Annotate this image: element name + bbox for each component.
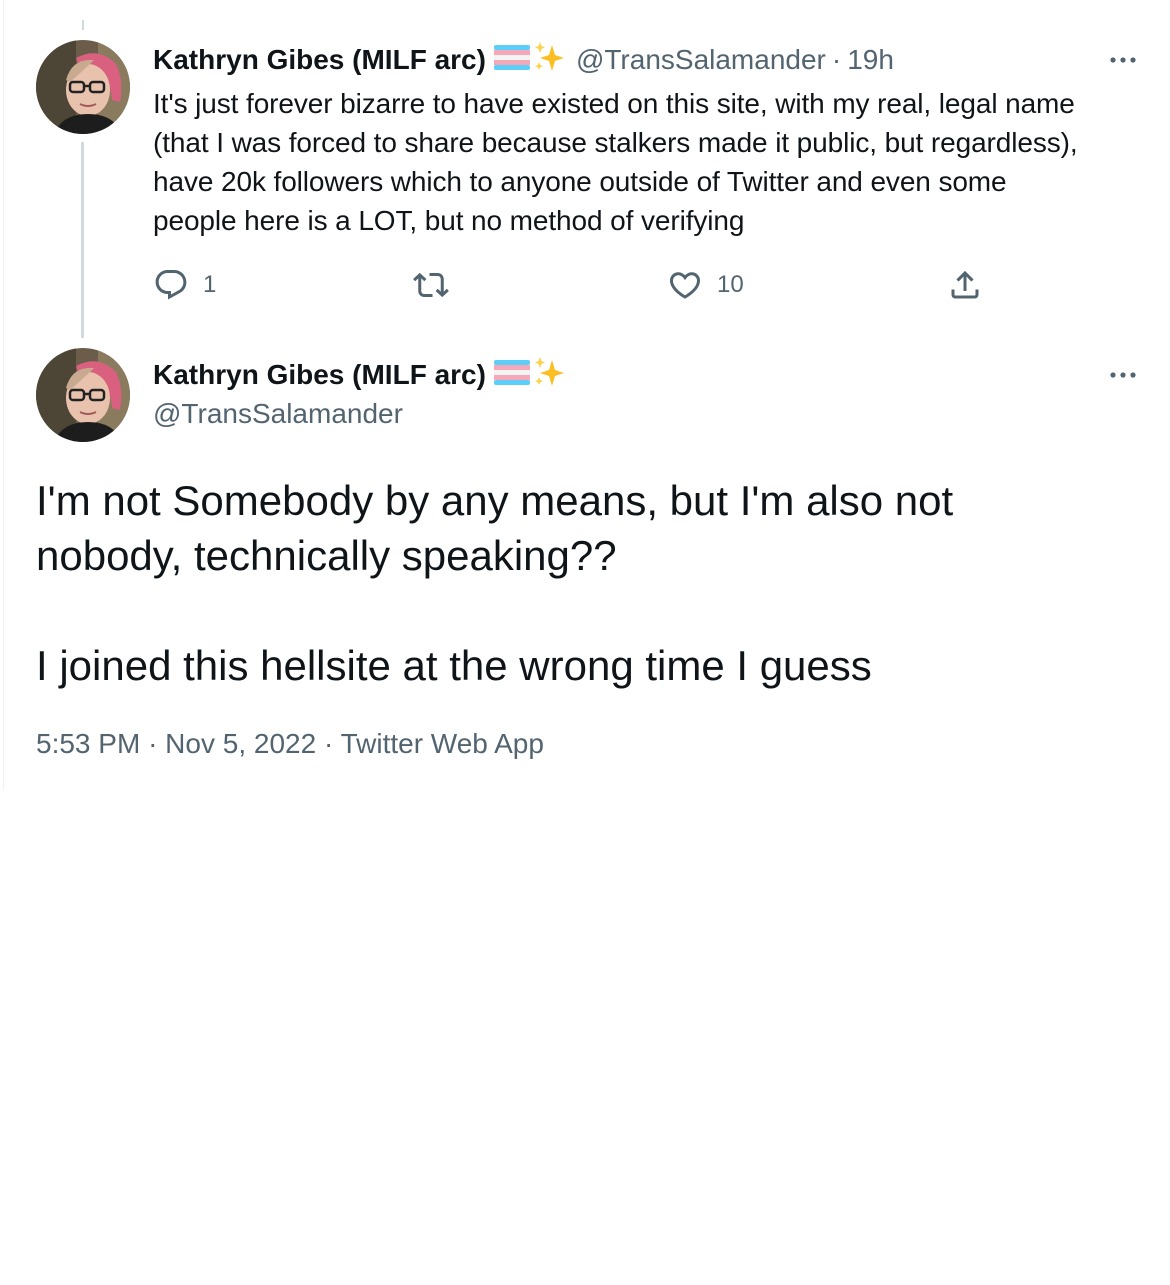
retweet-icon (413, 272, 449, 298)
reply-button[interactable]: 1 (153, 265, 216, 305)
tweet-time[interactable]: 5:53 PM (36, 728, 140, 759)
reply-tweet-text: It's just forever bizarre to have existe… (153, 88, 1078, 236)
main-author-name[interactable]: Kathryn Gibes (MILF arc) (153, 359, 486, 391)
thread-connector-top (82, 20, 84, 30)
transgender-flag-emoji (493, 359, 530, 392)
transgender-flag-emoji (493, 44, 530, 77)
main-header: Kathryn Gibes (MILF arc) (153, 355, 566, 395)
tweet-source[interactable]: Twitter Web App (341, 728, 544, 759)
reply-author-name[interactable]: Kathryn Gibes (MILF arc) (153, 44, 486, 76)
retweet-button[interactable] (413, 265, 463, 305)
reply-timestamp[interactable]: 19h (847, 44, 894, 76)
thread-connector (81, 142, 84, 338)
main-handle[interactable]: @TransSalamander (153, 395, 403, 433)
sparkles-emoji (532, 40, 566, 81)
meta-separator: · (323, 728, 334, 759)
header-separator: · (831, 44, 842, 75)
reply-header: Kathryn Gibes (MILF arc) @TransSalamande… (153, 40, 894, 80)
like-icon (669, 272, 701, 299)
reply-icon (155, 270, 187, 300)
tweet-date[interactable]: Nov 5, 2022 (165, 728, 316, 759)
share-icon (951, 270, 979, 299)
like-count: 10 (717, 271, 744, 298)
reply-more-icon[interactable] (1106, 50, 1140, 70)
sparkles-emoji (532, 355, 566, 396)
main-tweet-text: I'm not Somebody by any means, but I'm a… (36, 477, 954, 689)
reply-avatar[interactable] (36, 40, 130, 134)
meta-separator: · (148, 728, 158, 759)
main-more-icon[interactable] (1106, 365, 1140, 385)
like-button[interactable]: 10 (667, 265, 744, 305)
timeline-border (3, 0, 4, 790)
tweet-meta: 5:53 PM · Nov 5, 2022 · Twitter Web App (36, 725, 544, 763)
reply-handle[interactable]: @TransSalamander (576, 44, 826, 76)
reply-action-bar: 1 10 (153, 265, 993, 305)
main-avatar[interactable] (36, 348, 130, 442)
reply-count: 1 (203, 271, 217, 298)
share-button[interactable] (947, 265, 983, 305)
